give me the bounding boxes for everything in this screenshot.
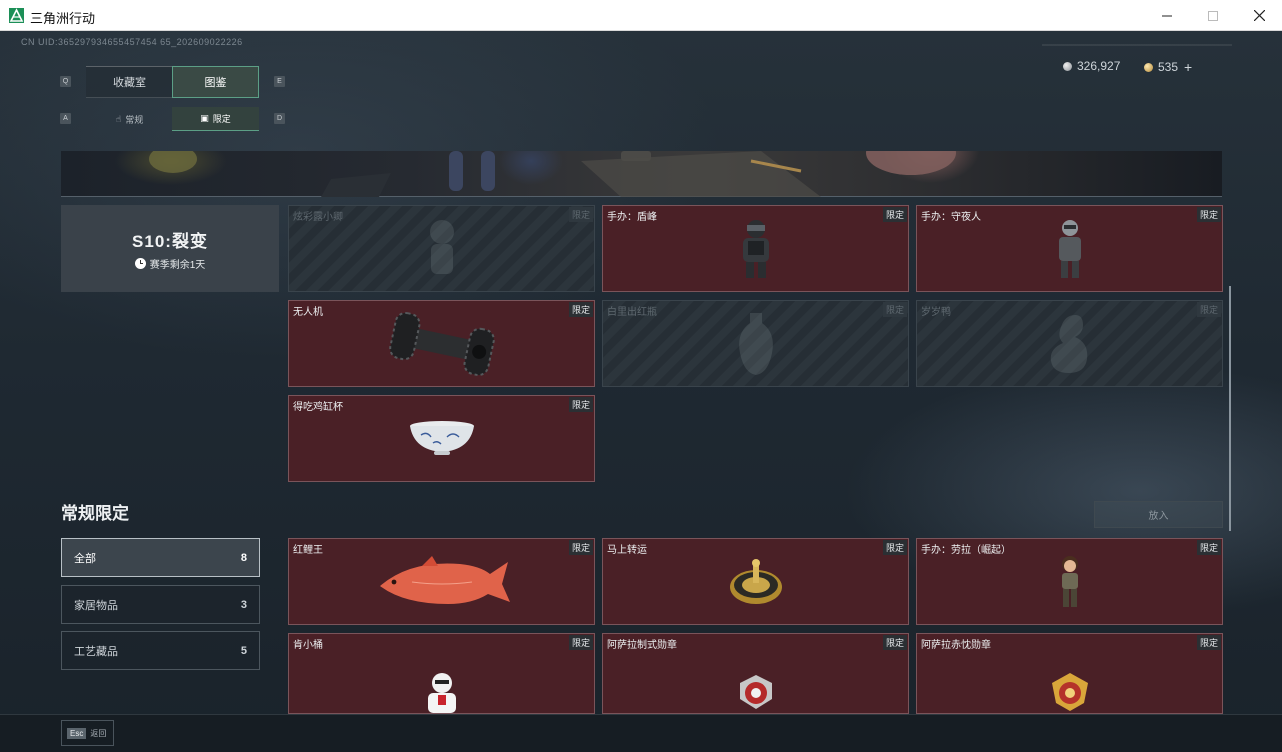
- limited-tag: 限定: [568, 540, 593, 555]
- item-name: 白里出红瓶: [607, 307, 657, 318]
- tab-codex[interactable]: 图鉴: [172, 66, 259, 98]
- category-count: 3: [240, 598, 247, 611]
- limited-tag: 限定: [568, 397, 593, 412]
- item-name: 马上转运: [607, 545, 647, 556]
- season-remaining-label: 赛季剩余1天: [149, 259, 206, 271]
- maximize-button[interactable]: [1190, 0, 1236, 31]
- collectible-card[interactable]: 马上转运 限定: [602, 538, 909, 625]
- collectible-card[interactable]: 手办：守夜人 限定: [916, 205, 1223, 292]
- collectible-card[interactable]: 炫彩露小卿 限定: [288, 205, 595, 292]
- collectible-card[interactable]: 红鲤王 限定: [288, 538, 595, 625]
- limited-tag: 限定: [568, 635, 593, 650]
- add-currency-button[interactable]: +: [1184, 59, 1192, 75]
- app-logo-icon: [9, 8, 24, 23]
- currency-silver: 326,927: [1063, 59, 1120, 73]
- currency-gold-value: 535: [1158, 60, 1179, 74]
- category-household[interactable]: 家居物品 3: [61, 585, 260, 624]
- hand-icon: ☝: [115, 113, 122, 124]
- colonel-figure-icon: [289, 634, 594, 713]
- category-count: 5: [240, 644, 247, 657]
- limited-tag: 限定: [882, 635, 907, 650]
- collectible-card[interactable]: 阿萨拉赤忱勋章 限定: [916, 633, 1223, 714]
- item-name: 手办：守夜人: [921, 212, 981, 223]
- season-banner-image: [61, 131, 1222, 197]
- item-name: 岁岁鸭: [921, 307, 951, 318]
- key-hint-prev-tab: Q: [60, 76, 71, 87]
- limited-tag: 限定: [1196, 302, 1221, 317]
- section-title-regular-limited: 常规限定: [61, 504, 129, 523]
- season-title: S10:裂变: [132, 231, 208, 251]
- collectible-card[interactable]: 得吃鸡缸杯 限定: [288, 395, 595, 482]
- collectible-card[interactable]: 手办：盾峰 限定: [602, 205, 909, 292]
- duck-icon: [917, 301, 1222, 386]
- tab-limited-label: 限定: [212, 114, 231, 124]
- carp-icon: [289, 539, 594, 624]
- item-name: 得吃鸡缸杯: [293, 402, 343, 413]
- key-hint-next-tab: E: [274, 76, 285, 87]
- close-button[interactable]: [1236, 0, 1282, 31]
- category-count: 8: [240, 551, 247, 564]
- banner-art: [149, 131, 956, 197]
- player-uid: CN UID:365297934655457454 65_20260902222…: [21, 37, 243, 47]
- limited-tag: 限定: [882, 207, 907, 222]
- category-label: 家居物品: [74, 599, 118, 612]
- tab-regular-label: 常规: [125, 114, 144, 125]
- limited-tag: 限定: [882, 540, 907, 555]
- top-divider: [1042, 44, 1232, 46]
- tab-limited[interactable]: ▣ 限定: [172, 107, 259, 131]
- back-label: 返回: [90, 728, 107, 738]
- clock-icon: [134, 257, 146, 269]
- item-name: 手办：盾峰: [607, 212, 657, 223]
- scrollbar-thumb[interactable]: [1229, 286, 1231, 531]
- limited-tag: 限定: [1196, 207, 1221, 222]
- limited-tag: 限定: [882, 302, 907, 317]
- tab-collection-room[interactable]: 收藏室: [86, 66, 173, 98]
- collectible-card[interactable]: 无人机 限定: [288, 300, 595, 387]
- frame-icon: ▣: [200, 113, 209, 123]
- season-card[interactable]: S10:裂变 赛季剩余1天: [61, 205, 279, 292]
- item-name: 手办：劳拉（崛起）: [921, 545, 1011, 556]
- item-name: 阿萨拉赤忱勋章: [921, 640, 991, 651]
- collectible-card[interactable]: 手办：劳拉（崛起） 限定: [916, 538, 1223, 625]
- currency-gold[interactable]: 535 +: [1144, 59, 1192, 75]
- game-viewport: CN UID:365297934655457454 65_20260902222…: [0, 31, 1282, 752]
- limited-tag: 限定: [1196, 540, 1221, 555]
- season-remaining: 赛季剩余1天: [134, 256, 206, 271]
- back-button[interactable]: Esc 返回: [61, 720, 114, 746]
- maximize-icon: [1208, 10, 1218, 21]
- item-name: 阿萨拉制式勋章: [607, 640, 677, 651]
- minimize-button[interactable]: [1144, 0, 1190, 31]
- item-name: 肯小桶: [293, 640, 323, 651]
- limited-tag: 限定: [568, 302, 593, 317]
- silver-coin-icon: [1063, 61, 1072, 71]
- category-all[interactable]: 全部 8: [61, 538, 260, 577]
- gold-coin-icon: [1144, 62, 1153, 72]
- collectible-card[interactable]: 肯小桶 限定: [288, 633, 595, 714]
- window-titlebar: 三角洲行动: [0, 0, 1282, 31]
- key-hint-next-subtab: D: [274, 113, 285, 124]
- collectible-card[interactable]: 岁岁鸭 限定: [916, 300, 1223, 387]
- tab-regular[interactable]: ☝ 常规: [86, 107, 173, 131]
- minimize-icon: [1162, 15, 1172, 16]
- collectible-card[interactable]: 白里出红瓶 限定: [602, 300, 909, 387]
- key-hint-prev-subtab: A: [60, 113, 71, 124]
- bottom-bar: [0, 714, 1282, 752]
- drone-icon: [289, 301, 594, 386]
- item-name: 炫彩露小卿: [293, 212, 343, 223]
- window-title: 三角洲行动: [30, 12, 96, 27]
- esc-key-hint: Esc: [67, 727, 87, 739]
- place-in-button[interactable]: 放入: [1094, 501, 1223, 528]
- limited-tag: 限定: [568, 207, 593, 222]
- compass-icon: [603, 539, 908, 624]
- category-crafts[interactable]: 工艺藏品 5: [61, 631, 260, 670]
- item-name: 无人机: [293, 307, 323, 318]
- collectible-card[interactable]: 阿萨拉制式勋章 限定: [602, 633, 909, 714]
- currency-silver-value: 326,927: [1077, 59, 1121, 73]
- item-name: 红鲤王: [293, 545, 323, 556]
- category-label: 工艺藏品: [74, 645, 118, 658]
- category-label: 全部: [74, 552, 96, 565]
- close-icon: [1253, 10, 1265, 21]
- limited-tag: 限定: [1196, 635, 1221, 650]
